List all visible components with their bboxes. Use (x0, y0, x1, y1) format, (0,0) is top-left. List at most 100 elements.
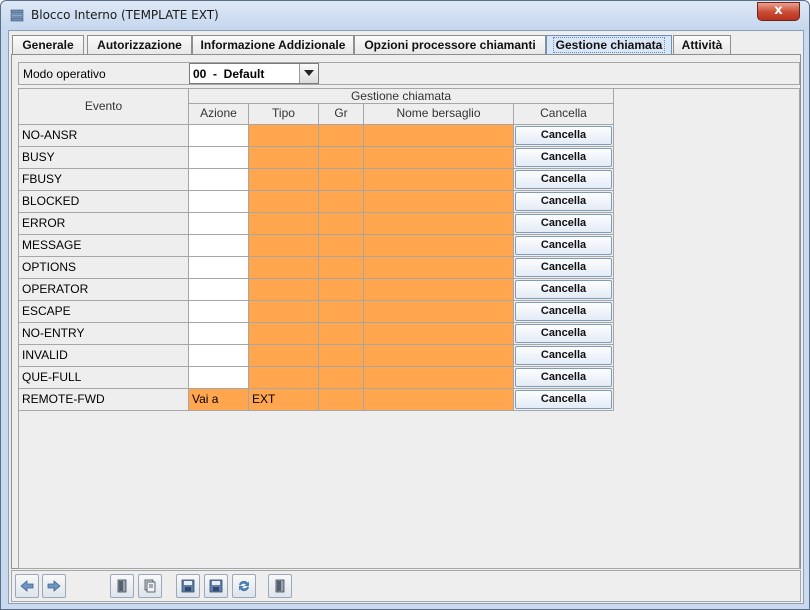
tab-opzioni-processore[interactable]: Opzioni processore chiamanti (354, 35, 546, 55)
tipo-cell[interactable] (249, 169, 319, 191)
tab-gestione-chiamata[interactable]: Gestione chiamata (546, 35, 672, 55)
gr-cell[interactable] (319, 147, 364, 169)
tipo-cell[interactable] (249, 191, 319, 213)
cancel-cell: Cancella (514, 169, 614, 191)
azione-cell[interactable] (189, 235, 249, 257)
gr-cell[interactable] (319, 301, 364, 323)
gr-cell[interactable] (319, 367, 364, 389)
exit-button[interactable] (268, 574, 292, 598)
gr-cell[interactable] (319, 345, 364, 367)
tipo-cell[interactable] (249, 367, 319, 389)
header-gr: Gr (319, 104, 364, 125)
cancella-button[interactable]: Cancella (515, 368, 612, 387)
cancella-button[interactable]: Cancella (515, 236, 612, 255)
cancella-button[interactable]: Cancella (515, 126, 612, 145)
save-as-button[interactable] (204, 574, 228, 598)
nome-bersaglio-cell[interactable] (364, 345, 514, 367)
nome-bersaglio-cell[interactable] (364, 257, 514, 279)
cancel-cell: Cancella (514, 191, 614, 213)
event-cell: INVALID (19, 345, 189, 367)
gr-cell[interactable] (319, 125, 364, 147)
nome-bersaglio-cell[interactable] (364, 169, 514, 191)
nome-bersaglio-cell[interactable] (364, 147, 514, 169)
close-button[interactable]: x (757, 2, 800, 21)
tipo-cell[interactable] (249, 147, 319, 169)
mode-selected-value: 00 - Default (193, 67, 265, 81)
azione-cell[interactable] (189, 147, 249, 169)
tipo-cell[interactable] (249, 323, 319, 345)
nome-bersaglio-cell[interactable] (364, 389, 514, 411)
open-button[interactable] (110, 574, 134, 598)
cancella-button[interactable]: Cancella (515, 280, 612, 299)
table-row: MESSAGE Cancella (19, 235, 614, 257)
refresh-button[interactable] (232, 574, 256, 598)
tab-informazione-addizionale[interactable]: Informazione Addizionale (192, 35, 354, 55)
app-icon (10, 9, 24, 22)
gr-cell[interactable] (319, 191, 364, 213)
table-row: OPERATOR Cancella (19, 279, 614, 301)
tipo-cell[interactable] (249, 213, 319, 235)
cancella-button[interactable]: Cancella (515, 258, 612, 277)
gr-cell[interactable] (319, 213, 364, 235)
event-cell: MESSAGE (19, 235, 189, 257)
tipo-cell[interactable] (249, 345, 319, 367)
gr-cell[interactable] (319, 279, 364, 301)
nome-bersaglio-cell[interactable] (364, 235, 514, 257)
copy-button[interactable] (138, 574, 162, 598)
cancella-button[interactable]: Cancella (515, 302, 612, 321)
table-row: INVALID Cancella (19, 345, 614, 367)
refresh-icon (239, 580, 249, 592)
header-tipo: Tipo (249, 104, 319, 125)
cancella-button[interactable]: Cancella (515, 214, 612, 233)
tipo-cell[interactable] (249, 301, 319, 323)
nome-bersaglio-cell[interactable] (364, 191, 514, 213)
cancella-button[interactable]: Cancella (515, 170, 612, 189)
cancel-cell: Cancella (514, 257, 614, 279)
cancella-button[interactable]: Cancella (515, 324, 612, 343)
azione-cell[interactable] (189, 213, 249, 235)
nome-bersaglio-cell[interactable] (364, 125, 514, 147)
azione-cell[interactable] (189, 301, 249, 323)
cancel-cell: Cancella (514, 389, 614, 411)
azione-cell[interactable] (189, 257, 249, 279)
mode-dropdown-button[interactable] (299, 64, 318, 83)
title-bar[interactable]: Blocco Interno (TEMPLATE EXT) x (1, 1, 809, 30)
tab-generale[interactable]: Generale (12, 35, 84, 55)
mode-select[interactable]: 00 - Default (189, 63, 319, 84)
save-as-icon (209, 579, 223, 593)
azione-cell[interactable]: Vai a (189, 389, 249, 411)
tipo-cell[interactable]: EXT (249, 389, 319, 411)
header-azione: Azione (189, 104, 249, 125)
azione-cell[interactable] (189, 279, 249, 301)
gr-cell[interactable] (319, 323, 364, 345)
tipo-cell[interactable] (249, 279, 319, 301)
cancella-button[interactable]: Cancella (515, 148, 612, 167)
gr-cell[interactable] (319, 169, 364, 191)
save-button[interactable] (176, 574, 200, 598)
tipo-cell[interactable] (249, 125, 319, 147)
nome-bersaglio-cell[interactable] (364, 213, 514, 235)
azione-cell[interactable] (189, 323, 249, 345)
azione-cell[interactable] (189, 345, 249, 367)
cancella-button[interactable]: Cancella (515, 192, 612, 211)
gr-cell[interactable] (319, 235, 364, 257)
nome-bersaglio-cell[interactable] (364, 367, 514, 389)
tab-autorizzazione[interactable]: Autorizzazione (87, 35, 192, 55)
forward-button[interactable] (42, 574, 66, 598)
cancella-button[interactable]: Cancella (515, 346, 612, 365)
azione-cell[interactable] (189, 367, 249, 389)
tipo-cell[interactable] (249, 257, 319, 279)
nome-bersaglio-cell[interactable] (364, 301, 514, 323)
nome-bersaglio-cell[interactable] (364, 279, 514, 301)
tab-attivita[interactable]: Attività (673, 35, 731, 55)
tipo-cell[interactable] (249, 235, 319, 257)
gr-cell[interactable] (319, 389, 364, 411)
event-cell: OPERATOR (19, 279, 189, 301)
back-button[interactable] (15, 574, 39, 598)
azione-cell[interactable] (189, 125, 249, 147)
cancella-button[interactable]: Cancella (515, 390, 612, 409)
azione-cell[interactable] (189, 169, 249, 191)
azione-cell[interactable] (189, 191, 249, 213)
gr-cell[interactable] (319, 257, 364, 279)
nome-bersaglio-cell[interactable] (364, 323, 514, 345)
